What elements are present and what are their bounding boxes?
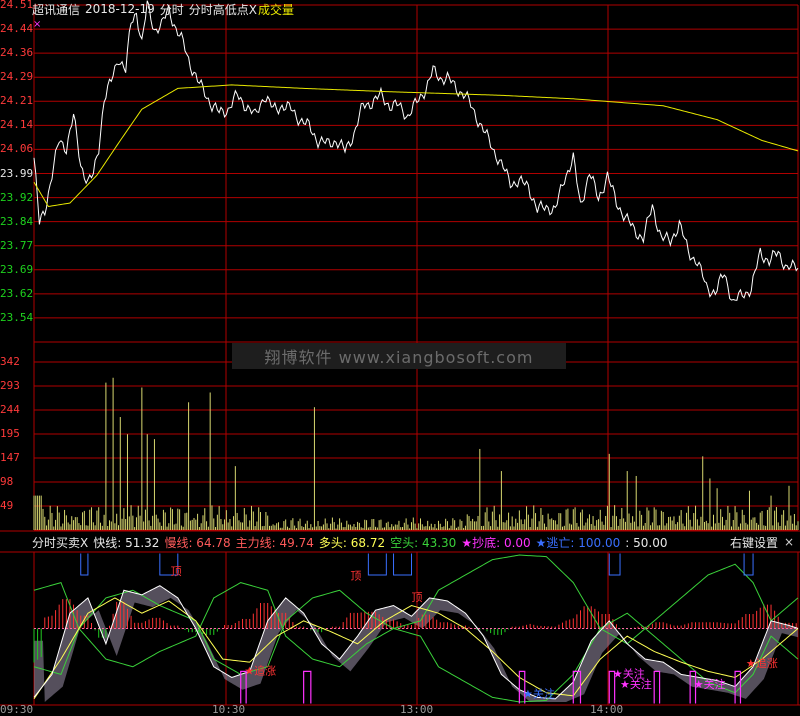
bull-line — [33, 554, 799, 668]
subpanel-field: 快线: 51.32 — [93, 535, 160, 550]
price-axis-label: 23.84 — [0, 214, 34, 228]
volume-axis-label: 293 — [0, 379, 20, 392]
volume-label[interactable]: 成交量 — [258, 1, 294, 18]
stock-name: 超讯通信 — [32, 2, 81, 17]
price-axis-label: 23.69 — [0, 262, 34, 276]
chase-signal: ★追涨 — [746, 656, 778, 670]
chart-marker-icon: × — [33, 19, 42, 30]
price-axis-label: 23.62 — [0, 286, 34, 300]
price-axis-label: 24.21 — [0, 94, 34, 108]
volume-axis-label: 244 — [0, 403, 20, 416]
watch-signal: ★关注 — [694, 677, 726, 691]
watch-signal: ★关注 — [620, 677, 652, 691]
volume-axis-label: 195 — [0, 427, 20, 440]
price-axis-label: 24.51 — [0, 0, 34, 11]
price-axis-label: 23.77 — [0, 238, 34, 252]
price-axis-label: 23.54 — [0, 310, 34, 324]
subpanel-fields: 快线: 51.32 慢线: 64.78 主力线: 49.74 多头: 68.72 空头:… — [93, 534, 672, 551]
average-price-line — [33, 84, 799, 208]
subpanel-field: 主力线: 49.74 — [235, 535, 314, 550]
right-click-settings-button[interactable]: 右键设置 — [730, 533, 778, 551]
escape-step — [743, 553, 754, 576]
chase-signal: ★追涨 — [244, 663, 276, 677]
volume-axis-label: 342 — [0, 355, 20, 368]
volume-axis-label: 98 — [0, 475, 14, 488]
subpanel-header: 分时买卖X 快线: 51.32 慢线: 64.78 主力线: 49.74 多头: 68… — [0, 533, 800, 551]
subpanel-field: ★逃亡: 100.00 — [535, 535, 621, 550]
price-axis-label: 24.44 — [0, 22, 34, 36]
watermark: 翔博软件 www.xiangbosoft.com — [232, 343, 566, 369]
indicator-label[interactable]: 分时高低点X — [189, 1, 257, 18]
price-axis-label: 23.92 — [0, 190, 34, 204]
subpanel-field: : 50.00 — [625, 535, 668, 550]
escape-step — [80, 553, 89, 576]
price-line — [33, 0, 799, 301]
price-axis-label: 24.36 — [0, 46, 34, 60]
escape-step — [608, 553, 621, 576]
chart-header: 超讯通信 2018-12-19 分时 分时高低点X 成交量 — [0, 0, 800, 18]
bottom-signal — [303, 670, 312, 704]
subpanel-field: 空头: 43.30 — [390, 535, 457, 550]
subpanel-title[interactable]: 分时买卖X — [32, 534, 88, 551]
top-signal: 顶 — [412, 591, 423, 604]
price-axis-label: 24.06 — [0, 142, 34, 156]
subpanel-field: 慢线: 64.78 — [164, 535, 231, 550]
top-signal: 顶 — [350, 570, 361, 583]
price-axis-label: 24.14 — [0, 118, 34, 132]
subpanel-field: ★抄底: 0.00 — [461, 535, 531, 550]
bottom-signal — [653, 670, 661, 704]
volume-axis-label: 147 — [0, 451, 20, 464]
price-axis-label: 24.29 — [0, 70, 34, 84]
escape-step — [393, 553, 413, 576]
watch-signal: ★关注 — [523, 686, 555, 700]
close-icon[interactable]: × — [784, 533, 794, 551]
escape-step — [367, 553, 387, 576]
price-axis-label: 23.99 — [0, 166, 34, 180]
subpanel-field: 多头: 68.72 — [318, 535, 386, 550]
top-signal: 顶 — [171, 565, 182, 578]
chart-date: 2018-12-19 — [85, 2, 155, 16]
chart-mode: 分时 — [159, 2, 184, 17]
volume-axis-label: 49 — [0, 499, 14, 512]
